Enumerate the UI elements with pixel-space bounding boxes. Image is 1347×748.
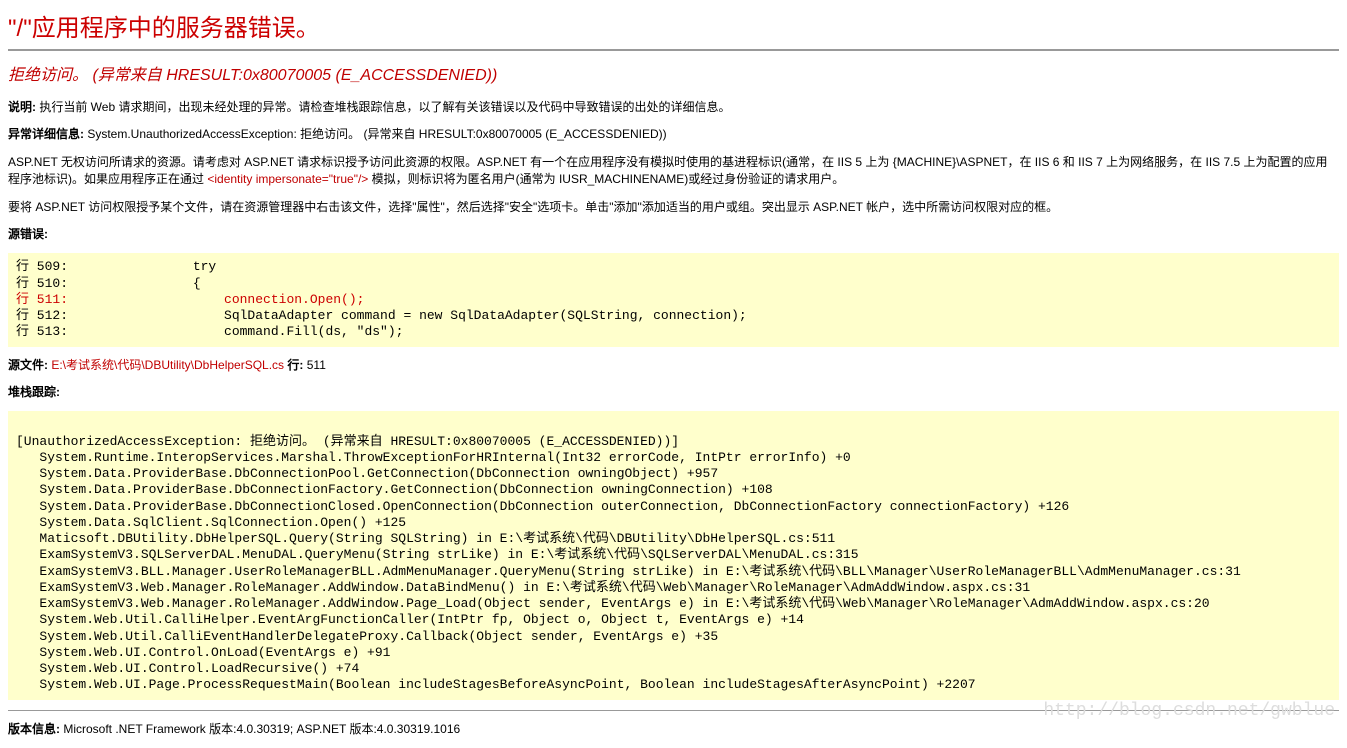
description-text: 执行当前 Web 请求期间，出现未经处理的异常。请检查堆栈跟踪信息，以了解有关该… xyxy=(39,100,730,114)
divider-heavy xyxy=(8,49,1339,51)
watermark-text: http://blog.csdn.net/gwblue xyxy=(1043,701,1335,721)
description-paragraph: 说明: 执行当前 Web 请求期间，出现未经处理的异常。请检查堆栈跟踪信息，以了… xyxy=(8,99,1339,116)
source-error-label: 源错误: xyxy=(8,227,48,241)
source-file-label: 源文件: xyxy=(8,358,51,372)
identity-impersonate-tag: <identity impersonate="true"/> xyxy=(207,172,368,186)
source-line-510: 行 510: { xyxy=(16,276,201,291)
description-label: 说明: xyxy=(8,100,39,114)
source-file-path: E:\考试系统\代码\DBUtility\DbHelperSQL.cs xyxy=(51,358,284,372)
aspnet-note-post: 模拟，则标识将为匿名用户(通常为 IUSR_MACHINENAME)或经过身份验… xyxy=(368,172,844,186)
source-file-paragraph: 源文件: E:\考试系统\代码\DBUtility\DbHelperSQL.cs… xyxy=(8,357,1339,374)
source-line-number: 511 xyxy=(307,358,326,372)
source-line-509: 行 509: try xyxy=(16,259,216,274)
version-info-paragraph: 版本信息: Microsoft .NET Framework 版本:4.0.30… xyxy=(8,721,1339,738)
error-subtitle: 拒绝访问。 (异常来自 HRESULT:0x80070005 (E_ACCESS… xyxy=(8,61,1339,85)
source-line-512: 行 512: SqlDataAdapter command = new SqlD… xyxy=(16,308,747,323)
stack-trace-codebox: [UnauthorizedAccessException: 拒绝访问。 (异常来… xyxy=(8,411,1339,699)
source-line-513: 行 513: command.Fill(ds, "ds"); xyxy=(16,324,403,339)
exception-details-label: 异常详细信息: xyxy=(8,127,87,141)
source-line-511: 行 511: connection.Open(); xyxy=(16,292,364,307)
exception-details-paragraph: 异常详细信息: System.UnauthorizedAccessExcepti… xyxy=(8,126,1339,143)
exception-details-text: System.UnauthorizedAccessException: 拒绝访问… xyxy=(87,127,666,141)
aspnet-grant-text: 要将 ASP.NET 访问权限授予某个文件，请在资源管理器中右击该文件，选择"属… xyxy=(8,200,1058,214)
source-error-codebox: 行 509: try 行 510: { 行 511: connection.Op… xyxy=(8,253,1339,346)
source-line-label: 行: xyxy=(284,358,307,372)
page-title: "/"应用程序中的服务器错误。 xyxy=(8,8,1339,43)
aspnet-permission-note: ASP.NET 无权访问所请求的资源。请考虑对 ASP.NET 请求标识授予访问… xyxy=(8,154,1339,189)
stack-trace-label: 堆栈跟踪: xyxy=(8,385,60,399)
divider-light xyxy=(8,710,1339,711)
aspnet-grant-note: 要将 ASP.NET 访问权限授予某个文件，请在资源管理器中右击该文件，选择"属… xyxy=(8,199,1339,216)
